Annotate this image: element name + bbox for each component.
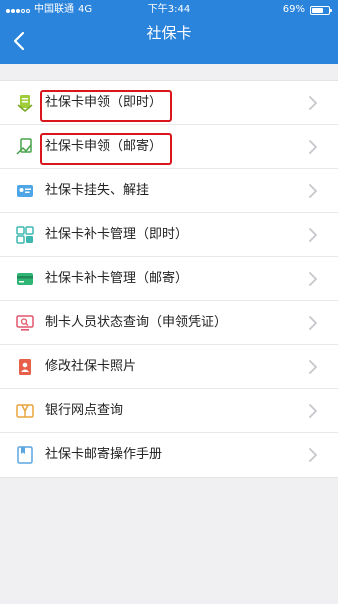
menu-item-label: 制卡人员状态查询（申领凭证） xyxy=(45,315,228,330)
app-header: 中国联通 4G 下午3:44 69% 社保卡 xyxy=(0,0,338,64)
chevron-right-icon xyxy=(309,448,317,462)
menu-item-label: 修改社保卡照片 xyxy=(45,359,137,374)
chevron-right-icon xyxy=(309,140,317,154)
card-apply-mail-icon xyxy=(16,138,32,155)
battery-level xyxy=(312,7,324,13)
card-reissue-mail-icon xyxy=(17,273,33,285)
menu-item-label: 社保卡申领（即时） xyxy=(45,95,163,110)
menu-item-card-reissue-mail[interactable]: 社保卡补卡管理（邮寄） xyxy=(0,257,338,301)
manual-icon xyxy=(17,446,33,464)
menu-item-label: 社保卡邮寄操作手册 xyxy=(45,447,163,462)
battery-percentage: 69% xyxy=(282,4,305,15)
bank-branch-icon xyxy=(16,404,34,418)
chevron-right-icon xyxy=(309,360,317,374)
service-menu-list: 社保卡申领（即时） 社保卡申领（邮寄） 社保卡挂失、解挂 社保卡补卡管理（即时）… xyxy=(0,80,338,478)
menu-item-label: 社保卡补卡管理（邮寄） xyxy=(45,271,189,286)
navigation-bar: 社保卡 xyxy=(0,20,338,64)
page-title: 社保卡 xyxy=(146,24,192,42)
card-loss-report-icon xyxy=(17,185,33,197)
menu-item-label: 社保卡挂失、解挂 xyxy=(45,183,150,198)
chevron-right-icon xyxy=(309,184,317,198)
chevron-right-icon xyxy=(309,316,317,330)
status-right: 69% xyxy=(282,0,332,20)
chevron-right-icon xyxy=(309,228,317,242)
menu-item-status-query[interactable]: 制卡人员状态查询（申领凭证） xyxy=(0,301,338,345)
chevron-right-icon xyxy=(309,96,317,110)
menu-item-card-reissue-instant[interactable]: 社保卡补卡管理（即时） xyxy=(0,213,338,257)
menu-item-label: 社保卡申领（邮寄） xyxy=(45,139,163,154)
menu-item-manual[interactable]: 社保卡邮寄操作手册 xyxy=(0,433,338,477)
photo-edit-icon xyxy=(19,359,31,375)
menu-item-label: 银行网点查询 xyxy=(45,403,124,418)
card-apply-instant-icon xyxy=(17,95,33,112)
menu-item-card-loss-report[interactable]: 社保卡挂失、解挂 xyxy=(0,169,338,213)
menu-item-photo-edit[interactable]: 修改社保卡照片 xyxy=(0,345,338,389)
menu-item-label: 社保卡补卡管理（即时） xyxy=(45,227,189,242)
status-bar: 中国联通 4G 下午3:44 69% xyxy=(0,0,338,20)
menu-item-card-apply-instant[interactable]: 社保卡申领（即时） xyxy=(0,81,338,125)
status-query-icon xyxy=(16,315,34,331)
menu-item-card-apply-mail[interactable]: 社保卡申领（邮寄） xyxy=(0,125,338,169)
chevron-right-icon xyxy=(309,404,317,418)
chevron-right-icon xyxy=(309,272,317,286)
battery-icon xyxy=(310,5,332,15)
menu-item-bank-branch[interactable]: 银行网点查询 xyxy=(0,389,338,433)
card-reissue-instant-icon xyxy=(16,226,34,244)
